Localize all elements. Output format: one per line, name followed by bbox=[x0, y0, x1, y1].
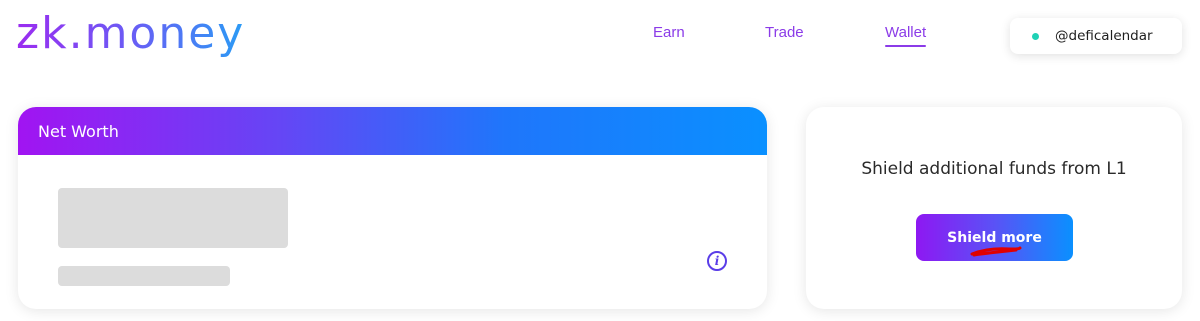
zk-money-logo[interactable]: zk.money bbox=[16, 4, 245, 64]
net-worth-value-skeleton bbox=[58, 188, 288, 248]
status-dot-icon bbox=[1032, 32, 1039, 40]
account-username: @deficalendar bbox=[1055, 28, 1153, 44]
nav-earn-link[interactable]: Earn bbox=[653, 24, 685, 41]
nav-wallet-link[interactable]: Wallet bbox=[885, 24, 927, 47]
net-worth-title: Net Worth bbox=[38, 121, 119, 141]
shield-more-button[interactable]: Shield more bbox=[916, 214, 1073, 261]
shield-funds-card: Shield additional funds from L1 Shield m… bbox=[806, 107, 1182, 309]
shield-description: Shield additional funds from L1 bbox=[861, 159, 1127, 179]
net-worth-subtext-skeleton bbox=[58, 266, 230, 286]
account-button[interactable]: @deficalendar bbox=[1010, 18, 1182, 54]
net-worth-card: Net Worth i bbox=[18, 107, 767, 309]
nav-trade-link[interactable]: Trade bbox=[765, 24, 804, 41]
info-icon[interactable]: i bbox=[707, 251, 727, 271]
net-worth-header: Net Worth bbox=[18, 107, 767, 155]
